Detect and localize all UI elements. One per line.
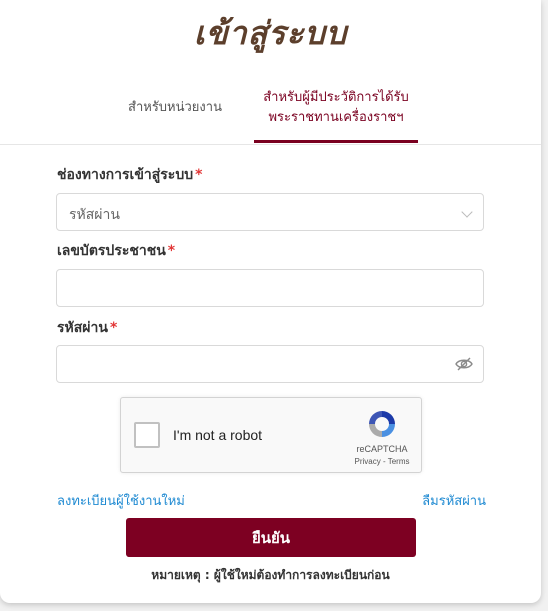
login-tabs: สำหรับหน่วยงาน สำหรับผู้มีประวัติการได้ร… <box>0 72 541 145</box>
login-card: เข้าสู่ระบบ สำหรับหน่วยงาน สำหรับผู้มีปร… <box>0 0 541 603</box>
registration-note: หมายเหตุ : ผู้ใช้ใหม่ต้องทำการลงทะเบียนก… <box>151 568 390 582</box>
active-tab-indicator <box>254 140 418 143</box>
id-card-input[interactable] <box>57 270 483 306</box>
recaptcha-brand: reCAPTCHA <box>356 444 408 454</box>
channel-label-text: ช่องทางการเข้าสู่ระบบ <box>57 167 194 183</box>
confirm-button[interactable]: ยืนยัน <box>126 518 416 557</box>
login-channel-value: รหัสผ่าน <box>69 207 120 223</box>
required-mark: * <box>195 167 203 183</box>
page-title: เข้าสู่ระบบ <box>193 14 348 52</box>
register-link[interactable]: ลงทะเบียนผู้ใช้งานใหม่ <box>57 490 185 511</box>
id-card-field <box>56 269 484 307</box>
eye-slash-icon[interactable] <box>455 356 473 372</box>
password-label-text: รหัสผ่าน <box>57 320 108 336</box>
password-label: รหัสผ่าน * <box>57 317 117 339</box>
recaptcha-widget: I'm not a robot reCAPTCHA Privacy - Term… <box>120 397 422 473</box>
chevron-down-icon <box>461 206 473 218</box>
recaptcha-label: I'm not a robot <box>173 427 263 443</box>
channel-label: ช่องทางการเข้าสู่ระบบ * <box>57 164 202 186</box>
tab-organization[interactable]: สำหรับหน่วยงาน <box>110 98 240 118</box>
id-card-label-text: เลขบัตรประชาชน <box>57 243 166 259</box>
recaptcha-terms-link[interactable]: Privacy - Terms <box>347 457 417 466</box>
login-channel-select[interactable]: รหัสผ่าน <box>56 193 484 231</box>
tab-recipient-label-line1: สำหรับผู้มีประวัติการได้รับ <box>263 90 409 105</box>
password-field <box>56 345 484 383</box>
required-mark: * <box>109 320 118 336</box>
recaptcha-icon <box>369 411 395 437</box>
password-input[interactable] <box>57 346 483 382</box>
required-mark: * <box>167 243 176 259</box>
forgot-password-link[interactable]: ลืมรหัสผ่าน <box>422 490 486 511</box>
tab-decoration-recipient[interactable]: สำหรับผู้มีประวัติการได้รับ พระราชทานเคร… <box>254 88 418 128</box>
id-card-label: เลขบัตรประชาชน * <box>57 240 175 262</box>
tab-recipient-label-line2: พระราชทานเครื่องราชฯ <box>268 110 404 125</box>
recaptcha-checkbox[interactable] <box>134 422 160 448</box>
tab-organization-label: สำหรับหน่วยงาน <box>128 100 222 115</box>
